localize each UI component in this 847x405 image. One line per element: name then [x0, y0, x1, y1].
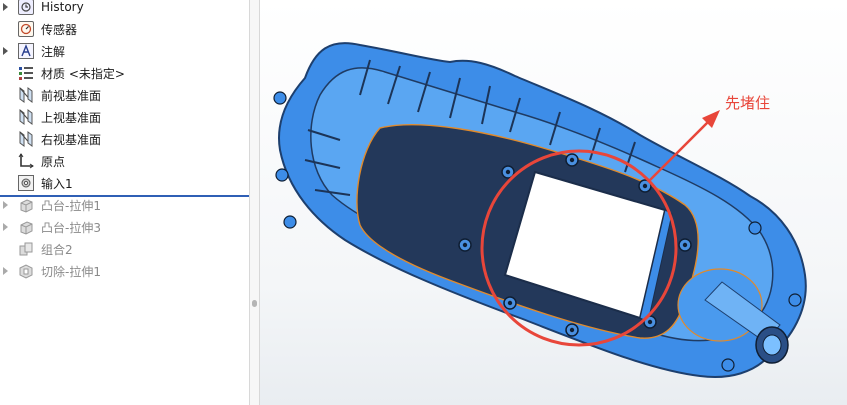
tree-item-label: 原点	[41, 154, 66, 169]
graphics-viewport[interactable]: 先堵住	[260, 0, 847, 405]
tree-item-material[interactable]: 材质 <未指定>	[0, 62, 249, 84]
tree-item-front-plane[interactable]: 前视基准面	[0, 84, 249, 106]
tree-item-label: 上视基准面	[41, 110, 102, 125]
tree-item-label: 输入1	[41, 176, 73, 191]
tree-item-label: 传感器	[41, 22, 78, 37]
tree-item-label: 凸台-拉伸3	[41, 220, 101, 235]
tree-item-label: 材质 <未指定>	[41, 66, 125, 81]
plane-icon	[18, 131, 34, 147]
expand-arrow-icon[interactable]	[3, 3, 8, 11]
cut-extrude-icon	[18, 263, 34, 279]
tree-item-label: 切除-拉伸1	[41, 264, 101, 279]
origin-icon	[18, 153, 34, 169]
tree-item-label: 注解	[41, 44, 66, 59]
tree-item-boss-extrude-1[interactable]: 凸台-拉伸1	[0, 194, 249, 216]
history-icon	[18, 0, 34, 15]
expand-arrow-icon[interactable]	[3, 47, 8, 55]
tree-item-right-plane[interactable]: 右视基准面	[0, 128, 249, 150]
expand-arrow-icon[interactable]	[3, 267, 8, 275]
tree-item-label: 右视基准面	[41, 132, 102, 147]
tree-item-annotations[interactable]: 注解	[0, 40, 249, 62]
tree-item-top-plane[interactable]: 上视基准面	[0, 106, 249, 128]
extrude-icon	[18, 219, 34, 235]
plane-icon	[18, 87, 34, 103]
material-icon	[18, 65, 34, 81]
annotation-icon	[18, 43, 34, 59]
tree-item-label: 组合2	[41, 242, 73, 257]
annotation-text: 先堵住	[725, 94, 771, 112]
tree-item-cut-extrude-1[interactable]: 切除-拉伸1	[0, 260, 249, 282]
plane-icon	[18, 109, 34, 125]
panel-splitter[interactable]	[249, 0, 260, 405]
tree-item-label: 凸台-拉伸1	[41, 198, 101, 213]
import-icon	[18, 175, 34, 191]
tree-item-history[interactable]: History	[0, 0, 249, 18]
tree-item-label: History	[41, 0, 84, 14]
tree-item-origin[interactable]: 原点	[0, 150, 249, 172]
tree-item-sensors[interactable]: 传感器	[0, 18, 249, 40]
sensor-icon	[18, 21, 34, 37]
cad-model[interactable]	[260, 0, 847, 405]
tree-item-label: 前视基准面	[41, 88, 102, 103]
combine-icon	[18, 241, 34, 257]
expand-arrow-icon[interactable]	[3, 223, 8, 231]
feature-tree: History 传感器 注解 材质 <未指定> 前视基准面 上视基准面 右视基准…	[0, 0, 249, 405]
expand-arrow-icon[interactable]	[3, 201, 8, 209]
tree-item-boss-extrude-3[interactable]: 凸台-拉伸3	[0, 216, 249, 238]
tree-item-combine-2[interactable]: 组合2	[0, 238, 249, 260]
splitter-grip-icon[interactable]	[252, 300, 257, 307]
extrude-icon	[18, 197, 34, 213]
boss-bore	[762, 334, 782, 356]
tree-item-import[interactable]: 输入1	[0, 172, 249, 194]
